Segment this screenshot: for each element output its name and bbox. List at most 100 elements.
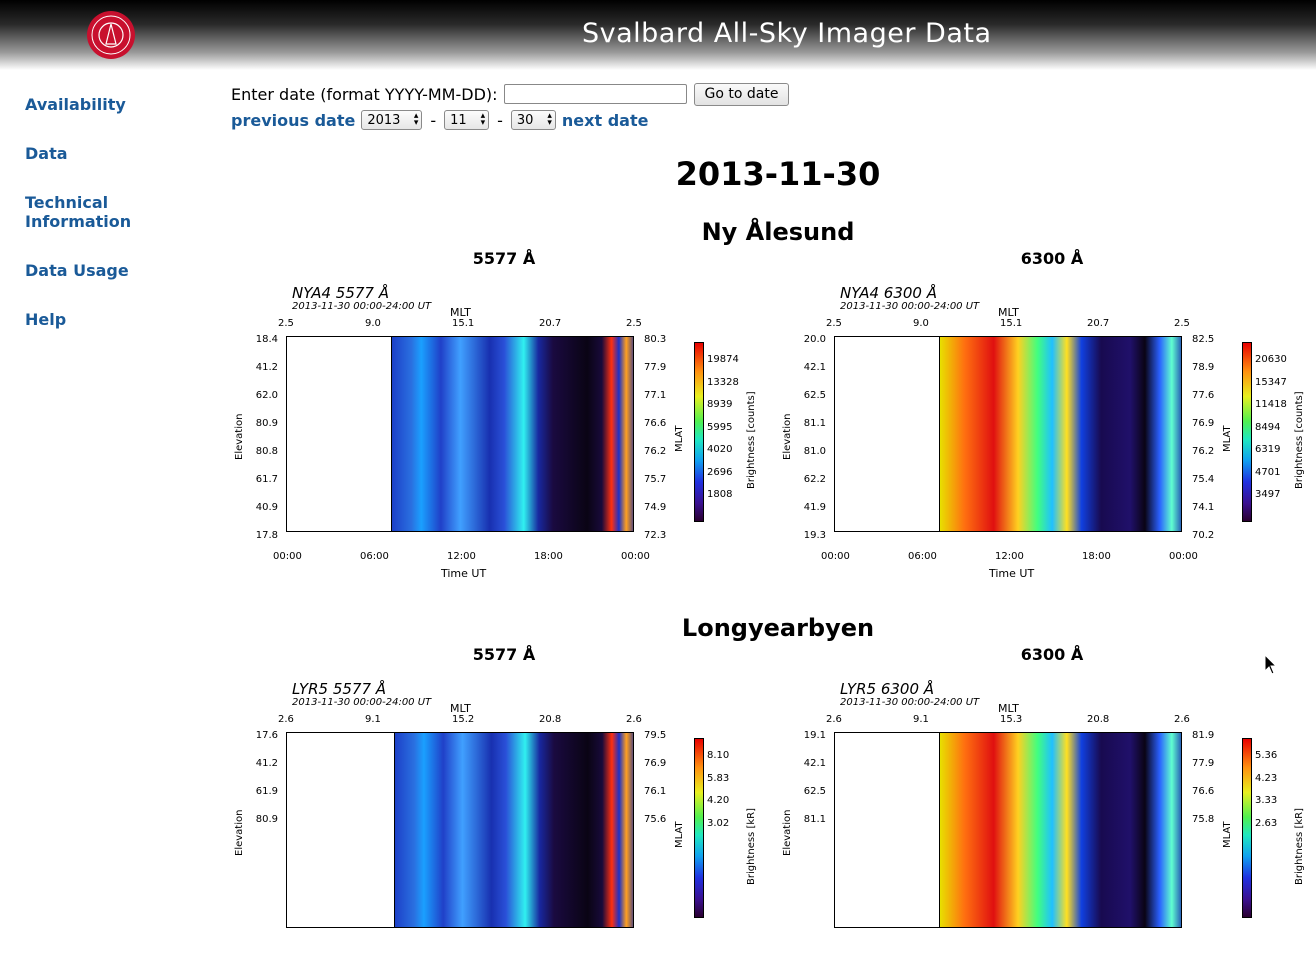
colorbar-tick-label: 11418 (1255, 399, 1287, 410)
time-tick-label: 06:00 (908, 551, 937, 562)
site-header: Svalbard All-Sky Imager Data (0, 0, 1316, 70)
mlat-tick-label: 74.1 (1192, 502, 1215, 513)
colorbar-tick-label: 6319 (1255, 444, 1281, 455)
date-separator: - (497, 110, 503, 130)
sidebar-item-help[interactable]: Help (25, 310, 145, 329)
colorbar-label: Brightness [counts] (746, 391, 757, 489)
colorbar-tick-label: 8939 (707, 399, 733, 410)
colorbar-tick-label: 3.33 (1255, 795, 1278, 806)
elevation-tick-label: 61.7 (255, 474, 278, 485)
mlt-tick-label: 15.2 (452, 714, 475, 725)
wavelength-label: 5577 Å (472, 249, 536, 268)
day-select[interactable]: 30 ▴ ▾ (510, 110, 556, 130)
elevation-tick-label: 42.1 (803, 758, 826, 769)
keogram-data-strip (939, 337, 1181, 531)
keogram-image (286, 732, 634, 928)
keogram-plot[interactable]: LYR5 5577 Å 2013-11-30 00:00-24:00 UT MLT 2… (234, 680, 774, 980)
plot-subtitle: 2013-11-30 00:00-24:00 UT (292, 301, 432, 312)
time-tick-label: 06:00 (360, 551, 389, 562)
mlat-tick-label: 76.9 (644, 758, 667, 769)
month-select[interactable]: 11 ▴ ▾ (444, 110, 490, 130)
time-tick-label: 12:00 (447, 551, 476, 562)
keogram-plot[interactable]: LYR5 6300 Å 2013-11-30 00:00-24:00 UT MLT 2… (782, 680, 1316, 980)
mlat-tick-label: 76.6 (1192, 786, 1215, 797)
mlat-tick-label: 77.1 (644, 390, 667, 401)
keogram-plot[interactable]: NYA4 6300 Å 2013-11-30 00:00-24:00 UT MLT 2… (782, 284, 1316, 584)
colorbar-label: Brightness [kR] (1294, 808, 1305, 885)
mlat-tick-label: 80.3 (644, 334, 667, 345)
time-tick-label: 00:00 (821, 551, 850, 562)
time-tick-label: 00:00 (1169, 551, 1198, 562)
mlt-tick-label: 2.6 (826, 714, 842, 725)
spinner-arrows-icon: ▴ ▾ (547, 111, 552, 128)
colorbar-tick-label: 13328 (707, 376, 739, 388)
station-heading: Longyearbyen (681, 614, 875, 642)
elevation-axis-label: Elevation (234, 413, 245, 460)
plot-title: LYR5 6300 Å (840, 680, 935, 698)
mlt-tick-label: 2.6 (1174, 714, 1190, 725)
mlat-axis-label: MLAT (674, 821, 685, 848)
elevation-tick-label: 41.2 (255, 758, 278, 769)
time-axis-label: Time UT (989, 567, 1035, 580)
elevation-tick-label: 20.0 (803, 334, 826, 345)
elevation-tick-label: 40.9 (255, 502, 278, 513)
mlt-tick-label: 20.8 (1087, 714, 1110, 725)
mlat-tick-label: 77.9 (1192, 758, 1215, 769)
colorbar-tick-label: 5.36 (1255, 750, 1278, 761)
date-heading: 2013-11-30 (675, 155, 881, 193)
plot-subtitle: 2013-11-30 00:00-24:00 UT (292, 697, 432, 708)
sidebar-item-data-usage[interactable]: Data Usage (25, 261, 145, 280)
colorbar-tick-label: 4701 (1255, 466, 1281, 478)
mlt-tick-label: 2.5 (626, 318, 642, 329)
spinner-arrows-icon: ▴ ▾ (480, 111, 486, 128)
colorbar-tick-label: 5995 (707, 421, 733, 433)
mlt-tick-label: 2.5 (1174, 318, 1190, 329)
go-to-date-button[interactable]: Go to date (693, 82, 790, 106)
keogram-plot[interactable]: NYA4 5577 Å 2013-11-30 00:00-24:00 UT MLT 2… (234, 284, 774, 584)
year-value: 2013 (367, 112, 401, 128)
mlat-tick-label: 76.1 (644, 786, 667, 797)
elevation-tick-label: 62.5 (803, 390, 826, 401)
keogram-image (834, 732, 1182, 928)
colorbar-tick-label: 4.23 (1255, 772, 1278, 784)
mlat-tick-label: 74.9 (644, 502, 667, 513)
mlat-tick-label: 81.9 (1192, 730, 1215, 741)
wavelength-label: 5577 Å (472, 645, 536, 664)
time-tick-label: 18:00 (1082, 551, 1111, 562)
time-tick-label: 18:00 (534, 551, 563, 562)
wavelength-label: 6300 Å (1020, 249, 1084, 268)
time-tick-label: 12:00 (995, 551, 1024, 562)
sidebar-item-availability[interactable]: Availability (25, 95, 145, 114)
mlt-tick-label: 9.1 (365, 714, 381, 725)
university-seal-icon[interactable] (86, 10, 136, 60)
date-input[interactable] (503, 84, 687, 104)
colorbar-tick-label: 3.02 (707, 817, 730, 829)
mlat-tick-label: 75.4 (1192, 474, 1215, 485)
mlt-tick-label: 9.0 (365, 318, 381, 329)
elevation-tick-label: 41.2 (255, 362, 278, 373)
colorbar-tick-label: 15347 (1255, 376, 1287, 388)
mlat-tick-label: 77.6 (1192, 390, 1215, 401)
mlt-tick-label: 2.5 (826, 318, 842, 329)
mlt-tick-label: 9.1 (913, 714, 929, 725)
plot-subtitle: 2013-11-30 00:00-24:00 UT (840, 301, 980, 312)
date-separator: - (430, 110, 437, 130)
next-date-link[interactable]: next date (562, 111, 649, 130)
colorbar-label: Brightness [kR] (746, 808, 757, 885)
elevation-axis-label: Elevation (782, 413, 793, 460)
elevation-tick-label: 19.1 (803, 730, 826, 741)
site-title: Svalbard All-Sky Imager Data (582, 18, 992, 49)
plot-subtitle: 2013-11-30 00:00-24:00 UT (840, 697, 980, 708)
elevation-tick-label: 17.8 (255, 530, 278, 541)
time-axis-label: Time UT (441, 567, 487, 580)
mlt-tick-label: 9.0 (913, 318, 929, 329)
colorbar (694, 738, 704, 918)
elevation-tick-label: 41.9 (803, 502, 826, 513)
elevation-tick-label: 62.2 (803, 474, 826, 485)
previous-date-link[interactable]: previous date (231, 111, 355, 130)
mlat-tick-label: 75.6 (644, 814, 667, 825)
mlt-tick-label: 20.7 (1087, 318, 1110, 329)
colorbar (694, 342, 704, 522)
year-select[interactable]: 2013 ▴ ▾ (361, 110, 423, 130)
mouse-cursor-icon (1264, 654, 1278, 675)
